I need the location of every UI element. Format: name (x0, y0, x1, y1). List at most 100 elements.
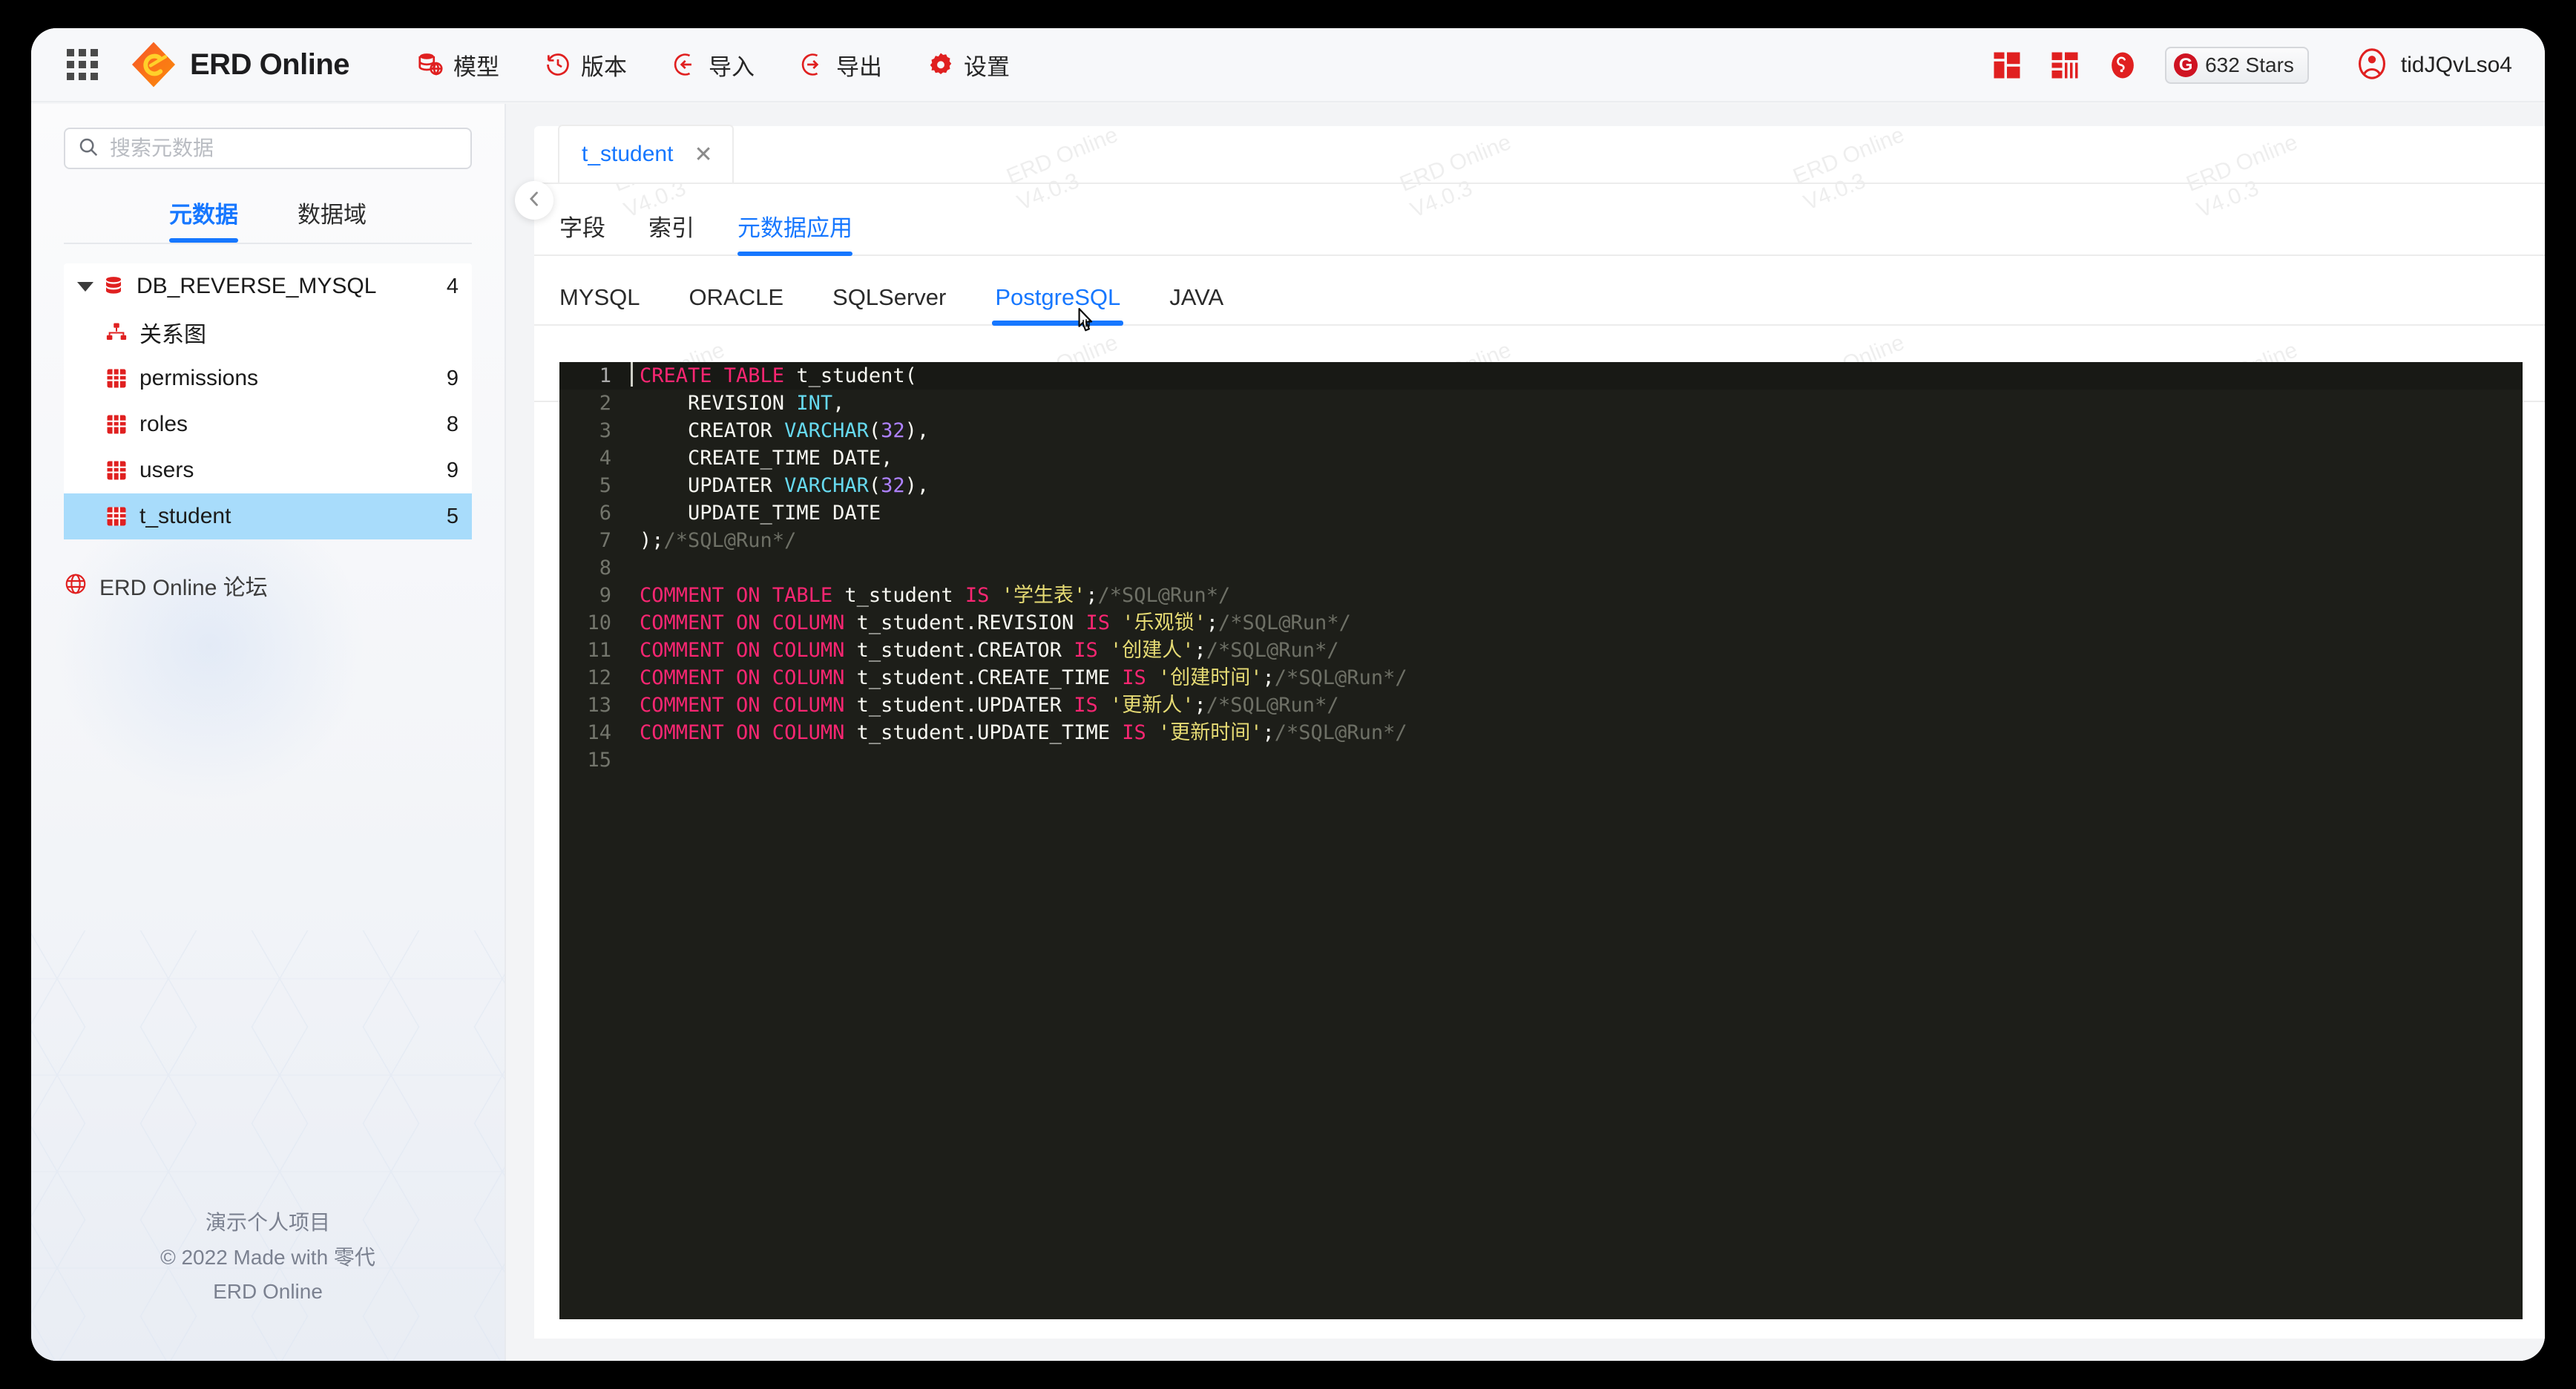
code-line: 7);/*SQL@Run*/ (559, 527, 2523, 554)
close-icon[interactable]: ✕ (694, 142, 712, 168)
code-token-cmt: /*SQL@Run*/ (1274, 666, 1407, 689)
search-input[interactable] (110, 137, 459, 160)
tab-postgresql[interactable]: PostgreSQL (992, 284, 1124, 332)
tab-sqlserver-label: SQLServer (832, 284, 947, 310)
line-number: 9 (599, 584, 611, 607)
menu-item-export[interactable]: 导出 (799, 48, 882, 82)
code-token-pln (1146, 666, 1158, 689)
tab-indexes[interactable]: 索引 (648, 209, 694, 255)
tree-node-label: t_student (139, 504, 231, 528)
code-token-pln: CREATE_TIME DATE, (640, 447, 893, 470)
document-tab-label: t_student (582, 142, 674, 166)
tab-metadata-apply-label: 元数据应用 (737, 215, 852, 241)
app-window: ERD Online 模型 版本 导入 导出 设置 G 632 Stars ti… (31, 28, 2545, 1361)
tree-node-users[interactable]: users 9 (64, 447, 472, 493)
tree-node-roles[interactable]: roles 8 (64, 401, 472, 447)
code-text: CREATE TABLE t_student( (631, 362, 917, 390)
forum-link[interactable]: ERD Online 论坛 (64, 569, 505, 602)
document-tab-t-student[interactable]: t_student ✕ (558, 125, 734, 183)
menu-item-version[interactable]: 版本 (544, 48, 627, 82)
code-text: UPDATE_TIME DATE (631, 499, 881, 527)
menu-item-import-label: 导入 (709, 53, 755, 80)
tab-mysql[interactable]: MYSQL (559, 284, 640, 324)
code-token-kw: COMMENT ON COLUMN (640, 666, 845, 689)
code-text: CREATOR VARCHAR(32), (631, 417, 929, 444)
gear-icon (927, 50, 955, 79)
sql-code-editor[interactable]: 1 CREATE TABLE t_student(2 REVISION INT, 3… (559, 362, 2523, 1319)
sitemap-icon (105, 321, 128, 344)
brand[interactable]: ERD Online (129, 40, 350, 89)
code-token-kw: COMMENT ON COLUMN (640, 639, 845, 662)
code-line: 11 COMMENT ON COLUMN t_student.CREATOR IS… (559, 637, 2523, 664)
tree-node-count: 9 (446, 458, 459, 482)
tab-oracle[interactable]: ORACLE (689, 284, 783, 324)
sidebar-footer: 演示个人项目 © 2022 Made with 零代 ERD Online (31, 1206, 505, 1309)
code-token-str: '乐观锁' (1122, 611, 1206, 634)
sidebar-collapse-button[interactable] (515, 181, 553, 220)
export-arrow-icon (799, 50, 827, 79)
link-share-icon[interactable] (2107, 50, 2138, 81)
database-model-icon (416, 50, 444, 79)
tab-sqlserver[interactable]: SQLServer (832, 284, 946, 324)
code-token-pln (989, 584, 1001, 607)
sidebar-tab-metadata[interactable]: 元数据 (169, 196, 238, 243)
menu-item-model-label: 模型 (453, 53, 500, 80)
code-token-pln: UPDATE_TIME DATE (640, 502, 881, 525)
code-line: 9 COMMENT ON TABLE t_student IS '学生表';/*S… (559, 582, 2523, 609)
code-token-cmt: /*SQL@Run*/ (663, 529, 797, 552)
layout-panels-icon[interactable] (2049, 50, 2080, 81)
code-token-str: '创建时间' (1158, 666, 1263, 689)
dialect-tabs: MYSQL ORACLE SQLServer PostgreSQL JAVA (534, 256, 2545, 332)
code-line: 13 COMMENT ON COLUMN t_student.UPDATER IS… (559, 692, 2523, 719)
history-clock-icon (544, 50, 572, 79)
code-token-pln: ( (868, 474, 881, 497)
tree-node-label: roles (139, 412, 188, 436)
menu-item-import[interactable]: 导入 (671, 48, 755, 82)
search-box[interactable] (64, 128, 472, 169)
code-token-pln: t_student.CREATOR (844, 639, 1074, 662)
dashboard-grid-icon[interactable] (1991, 50, 2023, 81)
code-token-str: '更新人' (1109, 694, 1195, 717)
code-token-pln: t_student (832, 584, 965, 607)
line-number: 1 (599, 364, 611, 387)
line-number: 6 (599, 502, 611, 525)
code-line: 15 (559, 746, 2523, 774)
table-icon (105, 505, 128, 528)
app-header: ERD Online 模型 版本 导入 导出 设置 G 632 Stars ti… (31, 28, 2545, 102)
code-token-pln: t_student.REVISION (844, 611, 1086, 634)
main-region: ERD Online V4.0.3 ERD Online V4.0.3 ERD … (506, 104, 2545, 1361)
code-token-pln: ; (1085, 584, 1098, 607)
code-token-pln: ; (1194, 694, 1206, 717)
code-token-str: '学生表' (1001, 584, 1086, 607)
code-token-pln: ; (1262, 721, 1275, 744)
menu-item-settings[interactable]: 设置 (927, 48, 1010, 82)
chevron-down-icon[interactable] (77, 281, 93, 292)
menu-item-model[interactable]: 模型 (416, 48, 499, 82)
grid-apps-icon[interactable] (65, 47, 99, 82)
tree-node-relation-diagram[interactable]: 关系图 (64, 309, 472, 355)
code-line: 2 REVISION INT, (559, 390, 2523, 417)
sidebar-tab-datadomain[interactable]: 数据域 (298, 196, 367, 243)
tree-node-permissions[interactable]: permissions 9 (64, 355, 472, 401)
sidebar-tab-metadata-label: 元数据 (169, 202, 238, 228)
tab-postgresql-label: PostgreSQL (995, 284, 1121, 310)
code-token-pln (1098, 694, 1110, 717)
tree-node-db-reverse-mysql[interactable]: DB_REVERSE_MYSQL 4 (64, 263, 472, 309)
line-number: 8 (599, 556, 611, 579)
tree-node-label: DB_REVERSE_MYSQL (137, 274, 377, 298)
brand-name: ERD Online (190, 47, 350, 81)
code-text: COMMENT ON COLUMN t_student.UPDATE_TIME … (631, 719, 1407, 746)
github-stars-button[interactable]: G 632 Stars (2165, 47, 2309, 84)
code-text: COMMENT ON COLUMN t_student.CREATOR IS '… (631, 637, 1339, 664)
tree-node-count: 9 (446, 366, 459, 390)
code-token-kw: IS (965, 584, 990, 607)
tab-java[interactable]: JAVA (1169, 284, 1223, 324)
tab-metadata-apply[interactable]: 元数据应用 (737, 209, 852, 256)
tab-fields[interactable]: 字段 (559, 209, 605, 255)
tree-node-t-student[interactable]: t_student 5 (64, 493, 472, 539)
sidebar-tabs-divider (64, 243, 472, 244)
code-text: );/*SQL@Run*/ (631, 527, 796, 554)
code-token-pln: ), (904, 474, 930, 497)
footer-line-1: 演示个人项目 (205, 1211, 330, 1235)
user-menu[interactable]: tidJQvLso4 (2355, 47, 2512, 85)
